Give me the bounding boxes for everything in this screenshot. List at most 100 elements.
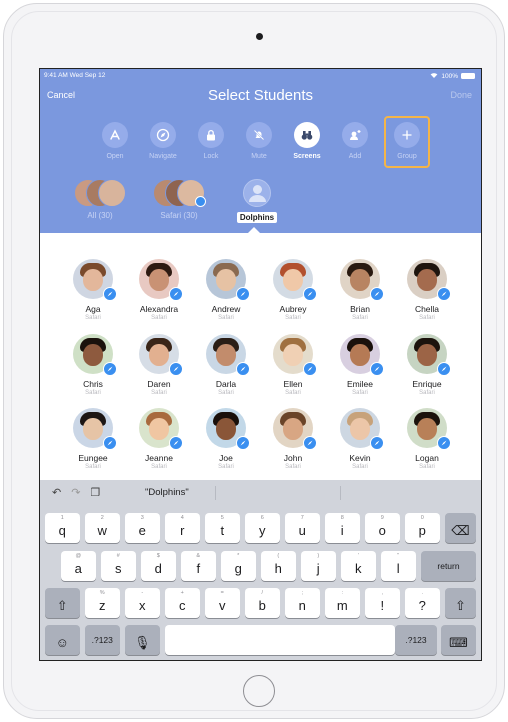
student-face <box>283 344 303 366</box>
key-g[interactable]: * g <box>221 551 256 581</box>
prediction-bar: ↶ ↷ ❐ "Dolphins" <box>40 480 481 505</box>
delete-key[interactable]: ⌫ <box>445 513 476 543</box>
key-j[interactable]: ) j <box>301 551 336 581</box>
student-tile[interactable]: Aubrey Safari <box>260 259 326 321</box>
student-tile[interactable]: Kevin Safari <box>327 408 393 470</box>
key-z[interactable]: % z <box>85 588 120 618</box>
student-tile[interactable]: Daren Safari <box>126 334 192 396</box>
key-x[interactable]: -x <box>125 588 160 618</box>
key-h[interactable]: (h <box>261 551 296 581</box>
student-tile[interactable]: Logan Safari <box>394 408 460 470</box>
key-c[interactable]: + c <box>165 588 200 618</box>
student-app: Safari <box>352 464 368 470</box>
numbers-key-right[interactable]: .?123 <box>395 625 437 655</box>
student-name: Aubrey <box>279 304 307 314</box>
key-y[interactable]: 6y <box>245 513 280 543</box>
student-app: Safari <box>85 315 101 321</box>
key-u[interactable]: 7u <box>285 513 320 543</box>
filter-safari-avatars <box>153 179 206 207</box>
student-name: Ellen <box>283 379 303 389</box>
filter-all[interactable]: All (30) <box>70 179 130 220</box>
key-q[interactable]: 1q <box>45 513 80 543</box>
app-store-icon <box>102 122 128 148</box>
hide-keyboard-key[interactable]: ⌨ <box>441 625 476 655</box>
undo-icon[interactable]: ↶ <box>52 486 61 499</box>
key-l[interactable]: " l <box>381 551 416 581</box>
key-s[interactable]: # s <box>101 551 136 581</box>
student-name: Eungee <box>78 453 108 463</box>
keyboard: ↶ ↷ ❐ "Dolphins" 1 q 2 w 3 e 4 r 5 t 6 y 7 u 8 i 9 o 0 p ⌫ @ a… <box>40 480 481 660</box>
navigate-button[interactable]: Navigate <box>143 122 183 160</box>
key-i[interactable]: 8i <box>325 513 360 543</box>
filter-dolphins[interactable]: Dolphins <box>230 179 284 225</box>
student-tile[interactable]: Alexandra Safari <box>126 259 192 321</box>
student-app: Safari <box>218 315 234 321</box>
student-photo <box>273 334 317 376</box>
student-tile[interactable]: Jeanne Safari <box>126 408 192 470</box>
key-m[interactable]: :m <box>325 588 360 618</box>
home-button[interactable] <box>243 675 275 707</box>
safari-icon <box>437 436 451 450</box>
student-tile[interactable]: Brian Safari <box>327 259 393 321</box>
safari-icon <box>103 362 117 376</box>
compass-icon <box>150 122 176 148</box>
done-button[interactable]: Done <box>450 90 472 100</box>
add-button[interactable]: Add <box>335 122 375 160</box>
lock-button[interactable]: Lock <box>191 122 231 160</box>
key-alt-char: 0 <box>420 515 424 521</box>
key-question[interactable]: .? <box>405 588 440 618</box>
student-tile[interactable]: Chris Safari <box>60 334 126 396</box>
mute-button[interactable]: Mute <box>239 122 279 160</box>
key-w[interactable]: 2w <box>85 513 120 543</box>
key-k[interactable]: ' k <box>341 551 376 581</box>
student-tile[interactable]: Enrique Safari <box>394 334 460 396</box>
student-app: Safari <box>285 464 301 470</box>
key-b[interactable]: / b <box>245 588 280 618</box>
status-right: 100% <box>430 72 475 80</box>
key-p[interactable]: 0p <box>405 513 440 543</box>
key-char: g <box>234 561 242 576</box>
key-o[interactable]: 9o <box>365 513 400 543</box>
student-tile[interactable]: Aga Safari <box>60 259 126 321</box>
key-a[interactable]: @ a <box>61 551 96 581</box>
student-tile[interactable]: Eungee Safari <box>60 408 126 470</box>
shift-key-left[interactable]: ⇧ <box>45 588 80 618</box>
redo-icon[interactable]: ↷ <box>71 486 80 499</box>
shift-key-right[interactable]: ⇧ <box>445 588 476 618</box>
key-t[interactable]: 5t <box>205 513 240 543</box>
student-tile[interactable]: Joe Safari <box>193 408 259 470</box>
paste-icon[interactable]: ❐ <box>90 486 100 499</box>
screens-button[interactable]: Screens <box>287 122 327 160</box>
student-tile[interactable]: Andrew Safari <box>193 259 259 321</box>
key-exclamation[interactable]: ,! <box>365 588 400 618</box>
numbers-key-left[interactable]: .?123 <box>85 625 120 655</box>
key-d[interactable]: $ d <box>141 551 176 581</box>
emoji-key[interactable]: ☺ <box>45 625 80 655</box>
student-name: Kevin <box>349 453 371 463</box>
space-bar[interactable] <box>165 625 395 655</box>
front-camera <box>256 33 263 40</box>
filter-safari[interactable]: Safari (30) <box>146 179 212 220</box>
key-char: q <box>58 523 66 538</box>
key-r[interactable]: 4r <box>165 513 200 543</box>
open-button[interactable]: Open <box>95 122 135 160</box>
student-tile[interactable]: Chella Safari <box>394 259 460 321</box>
student-photo <box>73 334 117 376</box>
dictation-key[interactable]: 🎙 <box>125 625 160 655</box>
student-tile[interactable]: John Safari <box>260 408 326 470</box>
student-app: Safari <box>85 390 101 396</box>
prediction-word[interactable]: "Dolphins" <box>145 487 189 498</box>
key-n[interactable]: ; n <box>285 588 320 618</box>
key-v[interactable]: = v <box>205 588 240 618</box>
student-tile[interactable]: Emilee Safari <box>327 334 393 396</box>
key-char: d <box>154 561 162 576</box>
key-e[interactable]: 3e <box>125 513 160 543</box>
student-tile[interactable]: Ellen Safari <box>260 334 326 396</box>
lock-icon <box>198 122 224 148</box>
student-tile[interactable]: Darla Safari <box>193 334 259 396</box>
key-alt-char: 2 <box>100 515 104 521</box>
key-f[interactable]: & f <box>181 551 216 581</box>
student-face <box>149 269 169 291</box>
key-char: j <box>316 561 320 576</box>
return-key[interactable]: return <box>421 551 476 581</box>
